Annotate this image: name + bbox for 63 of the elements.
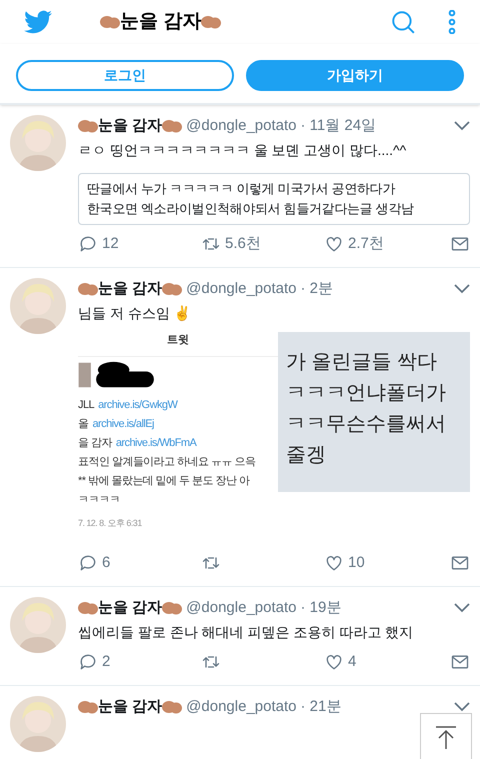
potato-icon [201, 15, 222, 29]
overlay-text: 가 올린글들 싹다 [286, 350, 438, 374]
reply-icon[interactable] [78, 552, 98, 573]
user-name[interactable]: 눈을 감자 [98, 278, 162, 300]
like-count: 4 [348, 652, 356, 672]
login-button[interactable]: 로그인 [16, 60, 234, 91]
reply-count: 2 [102, 652, 110, 672]
embed-text: JLL [78, 398, 94, 413]
user-handle: @dongle_potato [186, 598, 296, 618]
embed-link[interactable]: archive.is/WbFmA [116, 435, 196, 451]
embed-date: 7. 12. 8. 오후 6:31 [78, 517, 143, 530]
potato-icon [162, 119, 182, 134]
potato-icon [162, 700, 182, 714]
chevron-down-icon[interactable] [454, 702, 470, 712]
overlay-text: ㅋㅋㅋ언냐폴더가 [286, 380, 447, 406]
tweet-text: 씹에리들 팔로 존나 해대네 피뎊은 조용히 따라고 했지 [78, 622, 414, 642]
user-handle: @dongle_potato [186, 697, 296, 717]
page-title: 눈을 감자 [120, 10, 202, 34]
user-name[interactable]: 눈을 감자 [98, 597, 162, 620]
tweet-time: · 2분 [300, 279, 334, 299]
user-handle: @dongle_potato [186, 279, 296, 299]
arrow-up-icon [435, 726, 457, 750]
embed-link[interactable]: archive.is/allEj [92, 416, 154, 432]
chevron-down-icon[interactable] [454, 603, 470, 614]
embed-title: 트윗 [167, 332, 189, 348]
tweet-time: · 11월 24일 [300, 116, 376, 136]
overlay-text: ㅋㅋ무슨수를써서 [286, 412, 447, 436]
quote-box: 딴글에서 누가 ㅋㅋㅋㅋㅋ 이렇게 미국가서 공연하다가 한국오면 엑소라이벌인척해야되서 힘들거같다는글 생각남 [78, 172, 470, 224]
like-count: 10 [348, 552, 365, 572]
user-name[interactable]: 눈을 감자 [98, 696, 162, 718]
signup-button[interactable]: 가입하기 [246, 60, 464, 91]
potato-icon [78, 119, 98, 134]
overlay-text: 줄겡 [286, 442, 327, 468]
more-icon[interactable] [448, 10, 456, 34]
reply-icon[interactable] [78, 652, 98, 672]
reply-count: 6 [102, 552, 110, 572]
tweet-text: ㄹㅇ 띵언ㅋㅋㅋㅋㅋㅋㅋㅋ 울 보뎬 고생이 많다....^^ [78, 140, 408, 160]
potato-icon [162, 282, 182, 296]
embed-text: ** 밖에 몰랐는데 밑에 두 분도 장난 아 [78, 474, 251, 489]
embed-text: 표적인 알계들이라고 하네요 ㅠㅠ 으윽 [78, 455, 256, 470]
potato-icon [162, 601, 182, 616]
potato-icon [78, 700, 98, 714]
chevron-down-icon[interactable] [454, 284, 470, 294]
chevron-down-icon[interactable] [454, 121, 470, 132]
retweet-count: 5.6천 [225, 234, 261, 254]
bird-logo-icon[interactable] [24, 10, 52, 34]
embed-text: ㅋㅋㅋㅋ [78, 493, 121, 508]
tweet-time: · 21분 [300, 697, 342, 717]
tweet-text: 님들 저 슈스임 ✌ [78, 304, 192, 323]
embed-link[interactable]: archive.is/GwkgW [98, 397, 178, 413]
search-icon[interactable] [390, 9, 416, 35]
scroll-to-top-button[interactable] [420, 713, 472, 759]
tweet-time: · 19분 [300, 598, 342, 618]
embed-text: 올 [78, 417, 88, 432]
reply-icon[interactable] [78, 234, 98, 254]
potato-icon [100, 15, 120, 29]
embed-text: 을 감자 [78, 436, 112, 451]
potato-icon [78, 601, 98, 616]
potato-icon [78, 282, 98, 296]
user-handle: @dongle_potato [186, 116, 296, 136]
reply-count: 12 [102, 234, 119, 254]
user-name[interactable]: 눈을 감자 [98, 115, 162, 138]
like-count: 2.7천 [348, 234, 384, 254]
